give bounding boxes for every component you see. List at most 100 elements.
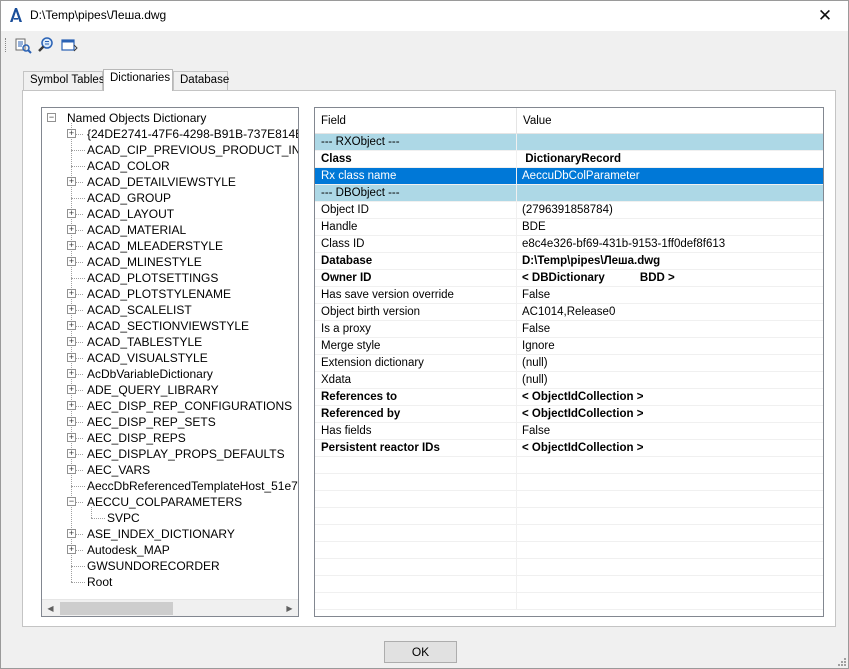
scroll-right-icon[interactable]: ▶: [281, 600, 298, 616]
property-row[interactable]: Class DictionaryRecord: [315, 151, 823, 168]
field-cell: Is a proxy: [315, 321, 517, 337]
tree-node[interactable]: + ADE_QUERY_LIBRARY: [42, 382, 298, 398]
property-row[interactable]: Is a proxy False: [315, 321, 823, 338]
tree-node[interactable]: + AEC_DISP_REPS: [42, 430, 298, 446]
expand-icon[interactable]: +: [67, 417, 76, 426]
tree-node[interactable]: + AEC_DISPLAY_PROPS_DEFAULTS: [42, 446, 298, 462]
scrollbar-thumb[interactable]: [60, 602, 173, 615]
scroll-left-icon[interactable]: ◀: [42, 600, 59, 616]
section-row[interactable]: --- DBObject ---: [315, 185, 823, 202]
tree-node[interactable]: + ACAD_TABLESTYLE: [42, 334, 298, 350]
tree-node[interactable]: ACAD_GROUP: [42, 190, 298, 206]
title-bar[interactable]: D:\Temp\pipes\Леша.dwg ✕: [1, 1, 848, 31]
property-row[interactable]: Merge style Ignore: [315, 338, 823, 355]
expand-icon[interactable]: +: [67, 433, 76, 442]
zoom-icon[interactable]: [37, 36, 55, 54]
property-row[interactable]: Owner ID < DBDictionary BDD >: [315, 270, 823, 287]
tree-node[interactable]: ACAD_CIP_PREVIOUS_PRODUCT_INFO: [42, 142, 298, 158]
header-field[interactable]: Field: [315, 108, 346, 134]
property-row[interactable]: Rx class name AeccuDbColParameter: [315, 168, 823, 185]
tree-node[interactable]: SVPC: [42, 510, 298, 526]
tree-node-label: {24DE2741-47F6-4298-B91B-737E814BAE3: [87, 127, 298, 141]
expand-icon[interactable]: +: [67, 321, 76, 330]
property-row[interactable]: Handle BDE: [315, 219, 823, 236]
tree-node[interactable]: GWSUNDORECORDER: [42, 558, 298, 574]
tab-label: Dictionaries: [110, 72, 171, 84]
property-row[interactable]: Has fields False: [315, 423, 823, 440]
tree-node[interactable]: + Autodesk_MAP: [42, 542, 298, 558]
property-row[interactable]: References to < ObjectIdCollection >: [315, 389, 823, 406]
property-row[interactable]: Has save version override False: [315, 287, 823, 304]
tree-node[interactable]: ACAD_PLOTSETTINGS: [42, 270, 298, 286]
tree-node[interactable]: − AECCU_COLPARAMETERS: [42, 494, 298, 510]
field-cell: Merge style: [315, 338, 517, 354]
resize-grip-icon[interactable]: [836, 656, 846, 666]
property-row[interactable]: Object ID (2796391858784): [315, 202, 823, 219]
tree-node[interactable]: AeccDbReferencedTemplateHost_51e7ff0b: [42, 478, 298, 494]
inspect-icon[interactable]: [14, 36, 32, 54]
tree-node[interactable]: + ASE_INDEX_DICTIONARY: [42, 526, 298, 542]
tree-node[interactable]: + ACAD_DETAILVIEWSTYLE: [42, 174, 298, 190]
expand-icon[interactable]: +: [67, 177, 76, 186]
expand-icon[interactable]: +: [67, 337, 76, 346]
expand-icon[interactable]: +: [67, 529, 76, 538]
expand-icon[interactable]: +: [67, 257, 76, 266]
expand-icon[interactable]: +: [67, 545, 76, 554]
tree-node[interactable]: + ACAD_LAYOUT: [42, 206, 298, 222]
value-cell: BDE: [522, 221, 546, 233]
tree-node[interactable]: + ACAD_VISUALSTYLE: [42, 350, 298, 366]
window-icon[interactable]: [60, 36, 78, 54]
toolbar-grip[interactable]: [5, 38, 7, 52]
expand-icon[interactable]: +: [67, 449, 76, 458]
tree-node-label: ACAD_PLOTSTYLENAME: [87, 287, 232, 301]
property-row[interactable]: Xdata (null): [315, 372, 823, 389]
collapse-icon[interactable]: −: [47, 113, 56, 122]
tree-node[interactable]: ACAD_COLOR: [42, 158, 298, 174]
tree-node[interactable]: + AEC_DISP_REP_CONFIGURATIONS: [42, 398, 298, 414]
header-value[interactable]: Value: [517, 108, 552, 134]
tree-horizontal-scrollbar[interactable]: ◀ ▶: [42, 599, 298, 616]
close-icon: ✕: [817, 6, 833, 25]
property-row[interactable]: Object birth version AC1014,Release0: [315, 304, 823, 321]
value-cell: < ObjectIdCollection >: [522, 442, 644, 454]
tree-node[interactable]: + ACAD_PLOTSTYLENAME: [42, 286, 298, 302]
tree-node[interactable]: Root: [42, 574, 298, 590]
property-row[interactable]: Database D:\Temp\pipes\Леша.dwg: [315, 253, 823, 270]
value-cell: [517, 185, 817, 201]
property-row[interactable]: Referenced by < ObjectIdCollection >: [315, 406, 823, 423]
expand-icon[interactable]: +: [67, 225, 76, 234]
ok-button[interactable]: OK: [384, 641, 457, 663]
section-row[interactable]: --- RXObject ---: [315, 134, 823, 151]
tab-symbol-tables[interactable]: Symbol Tables: [23, 71, 105, 90]
expand-icon[interactable]: +: [67, 129, 76, 138]
tree-node[interactable]: + ACAD_SECTIONVIEWSTYLE: [42, 318, 298, 334]
tree-root-node[interactable]: − Named Objects Dictionary: [42, 110, 298, 126]
expand-icon[interactable]: +: [67, 385, 76, 394]
expand-icon[interactable]: +: [67, 305, 76, 314]
property-row[interactable]: Persistent reactor IDs < ObjectIdCollecti…: [315, 440, 823, 457]
tab-database[interactable]: Database: [173, 71, 229, 90]
expand-icon[interactable]: +: [67, 241, 76, 250]
expand-icon[interactable]: +: [67, 369, 76, 378]
tree-content[interactable]: − Named Objects Dictionary + {24DE2741-47F6…: [42, 108, 298, 599]
dictionary-tree[interactable]: − Named Objects Dictionary + {24DE2741-47F6…: [41, 107, 299, 617]
tree-node[interactable]: + AEC_VARS: [42, 462, 298, 478]
expand-icon[interactable]: +: [67, 353, 76, 362]
tree-node[interactable]: + {24DE2741-47F6-4298-B91B-737E814BAE3: [42, 126, 298, 142]
expand-icon[interactable]: +: [67, 289, 76, 298]
property-row[interactable]: Class ID e8c4e326-bf69-431b-9153-1ff0def8…: [315, 236, 823, 253]
tree-node[interactable]: + AEC_DISP_REP_SETS: [42, 414, 298, 430]
tree-node[interactable]: + AcDbVariableDictionary: [42, 366, 298, 382]
tree-node[interactable]: + ACAD_MLEADERSTYLE: [42, 238, 298, 254]
tree-node[interactable]: + ACAD_SCALELIST: [42, 302, 298, 318]
expand-icon[interactable]: +: [67, 401, 76, 410]
expand-icon[interactable]: +: [67, 465, 76, 474]
tab-dictionaries[interactable]: Dictionaries: [103, 69, 173, 91]
collapse-icon[interactable]: −: [67, 497, 76, 506]
close-button[interactable]: ✕: [802, 1, 848, 31]
properties-grid[interactable]: Field Value --- RXObject --- Class Dictio…: [314, 107, 824, 617]
tree-node[interactable]: + ACAD_MLINESTYLE: [42, 254, 298, 270]
tree-node[interactable]: + ACAD_MATERIAL: [42, 222, 298, 238]
expand-icon[interactable]: +: [67, 209, 76, 218]
property-row[interactable]: Extension dictionary (null): [315, 355, 823, 372]
